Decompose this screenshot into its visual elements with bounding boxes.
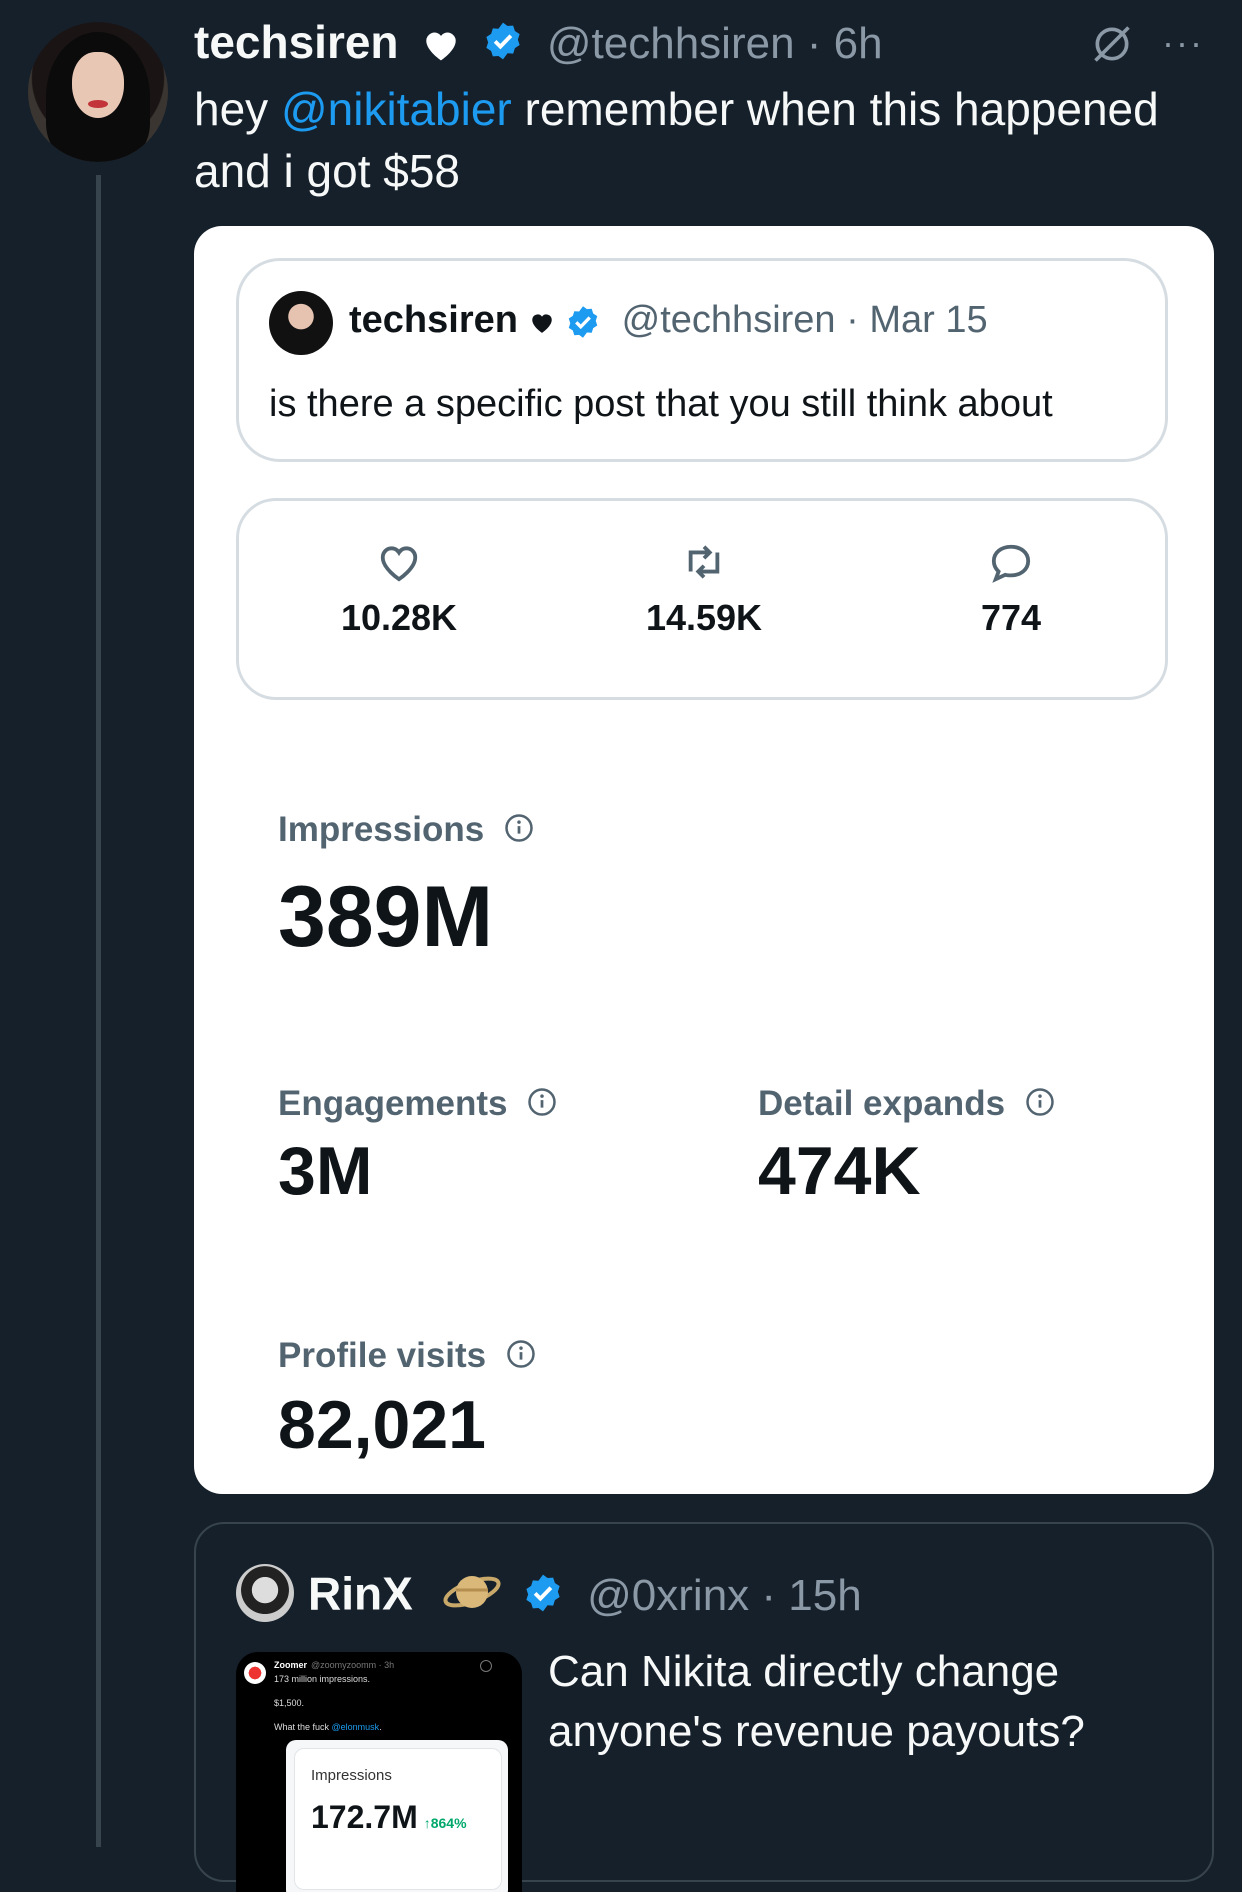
embedded-text: is there a specific post that you still … <box>269 383 1053 425</box>
author-avatar[interactable] <box>28 22 168 162</box>
replies-stat: 774 <box>911 541 1111 639</box>
embedded-header: techsiren @techhsiren · Mar 15 <box>349 299 988 341</box>
embedded-post: techsiren @techhsiren · Mar 15 is there … <box>236 258 1168 462</box>
thread-line <box>96 175 101 1847</box>
impressions-value: 389M <box>278 869 494 965</box>
quoted-tweet[interactable]: RinX @0xrinx · 15h Zoomer @zoomyzoomm · 3… <box>194 1522 1214 1892</box>
info-icon <box>504 812 534 852</box>
verified-badge-icon <box>522 1571 564 1625</box>
author-handle[interactable]: @techhsiren <box>547 19 795 68</box>
verified-badge-icon <box>482 18 524 74</box>
info-icon <box>506 1338 536 1378</box>
engagements-value: 3M <box>278 1133 373 1209</box>
author-name[interactable]: techsiren <box>194 16 399 68</box>
heart-icon <box>421 18 461 74</box>
engagement-stats: 10.28K 14.59K 774 <box>236 498 1168 700</box>
quote-time: 15h <box>788 1570 862 1620</box>
mention-link[interactable]: @nikitabier <box>281 83 512 135</box>
info-icon <box>527 1086 557 1126</box>
tweet-text: hey @nikitabier remember when this happe… <box>194 83 1159 197</box>
quote-thumbnail[interactable]: Zoomer @zoomyzoomm · 3h 173 million impre… <box>236 1652 522 1892</box>
reposts-stat: 14.59K <box>604 541 804 639</box>
thumbnail-avatar <box>244 1662 266 1684</box>
quote-header: RinX @0xrinx · 15h <box>308 1564 862 1631</box>
profile-visits-value: 82,021 <box>278 1387 486 1463</box>
detail-expands-label: Detail expands <box>758 1084 1055 1126</box>
reply-icon <box>991 544 1031 583</box>
quote-text: Can Nikita directly change anyone's reve… <box>548 1647 1085 1756</box>
info-icon <box>1025 1086 1055 1126</box>
heart-icon <box>529 299 566 341</box>
verified-badge-icon <box>565 299 612 341</box>
heart-outline-icon <box>380 546 418 582</box>
grok-icon[interactable] <box>1090 22 1134 66</box>
quote-avatar <box>236 1564 294 1622</box>
likes-stat: 10.28K <box>299 541 499 639</box>
detail-expands-value: 474K <box>758 1133 921 1209</box>
tweet-time[interactable]: 6h <box>834 19 883 68</box>
quote-handle: @0xrinx <box>587 1570 750 1620</box>
planet-icon <box>442 1564 502 1631</box>
tweet-header: techsiren @techhsiren · 6h <box>194 14 883 74</box>
repost-icon <box>688 545 720 579</box>
engagements-label: Engagements <box>278 1084 557 1126</box>
embedded-avatar <box>269 291 333 355</box>
profile-visits-label: Profile visits <box>278 1336 536 1378</box>
more-options-icon[interactable]: ··· <box>1162 25 1204 61</box>
grok-icon <box>480 1660 492 1672</box>
impressions-label: Impressions <box>278 810 534 852</box>
media-image[interactable]: techsiren @techhsiren · Mar 15 is there … <box>194 226 1214 1494</box>
quote-author-name: RinX <box>308 1567 413 1620</box>
